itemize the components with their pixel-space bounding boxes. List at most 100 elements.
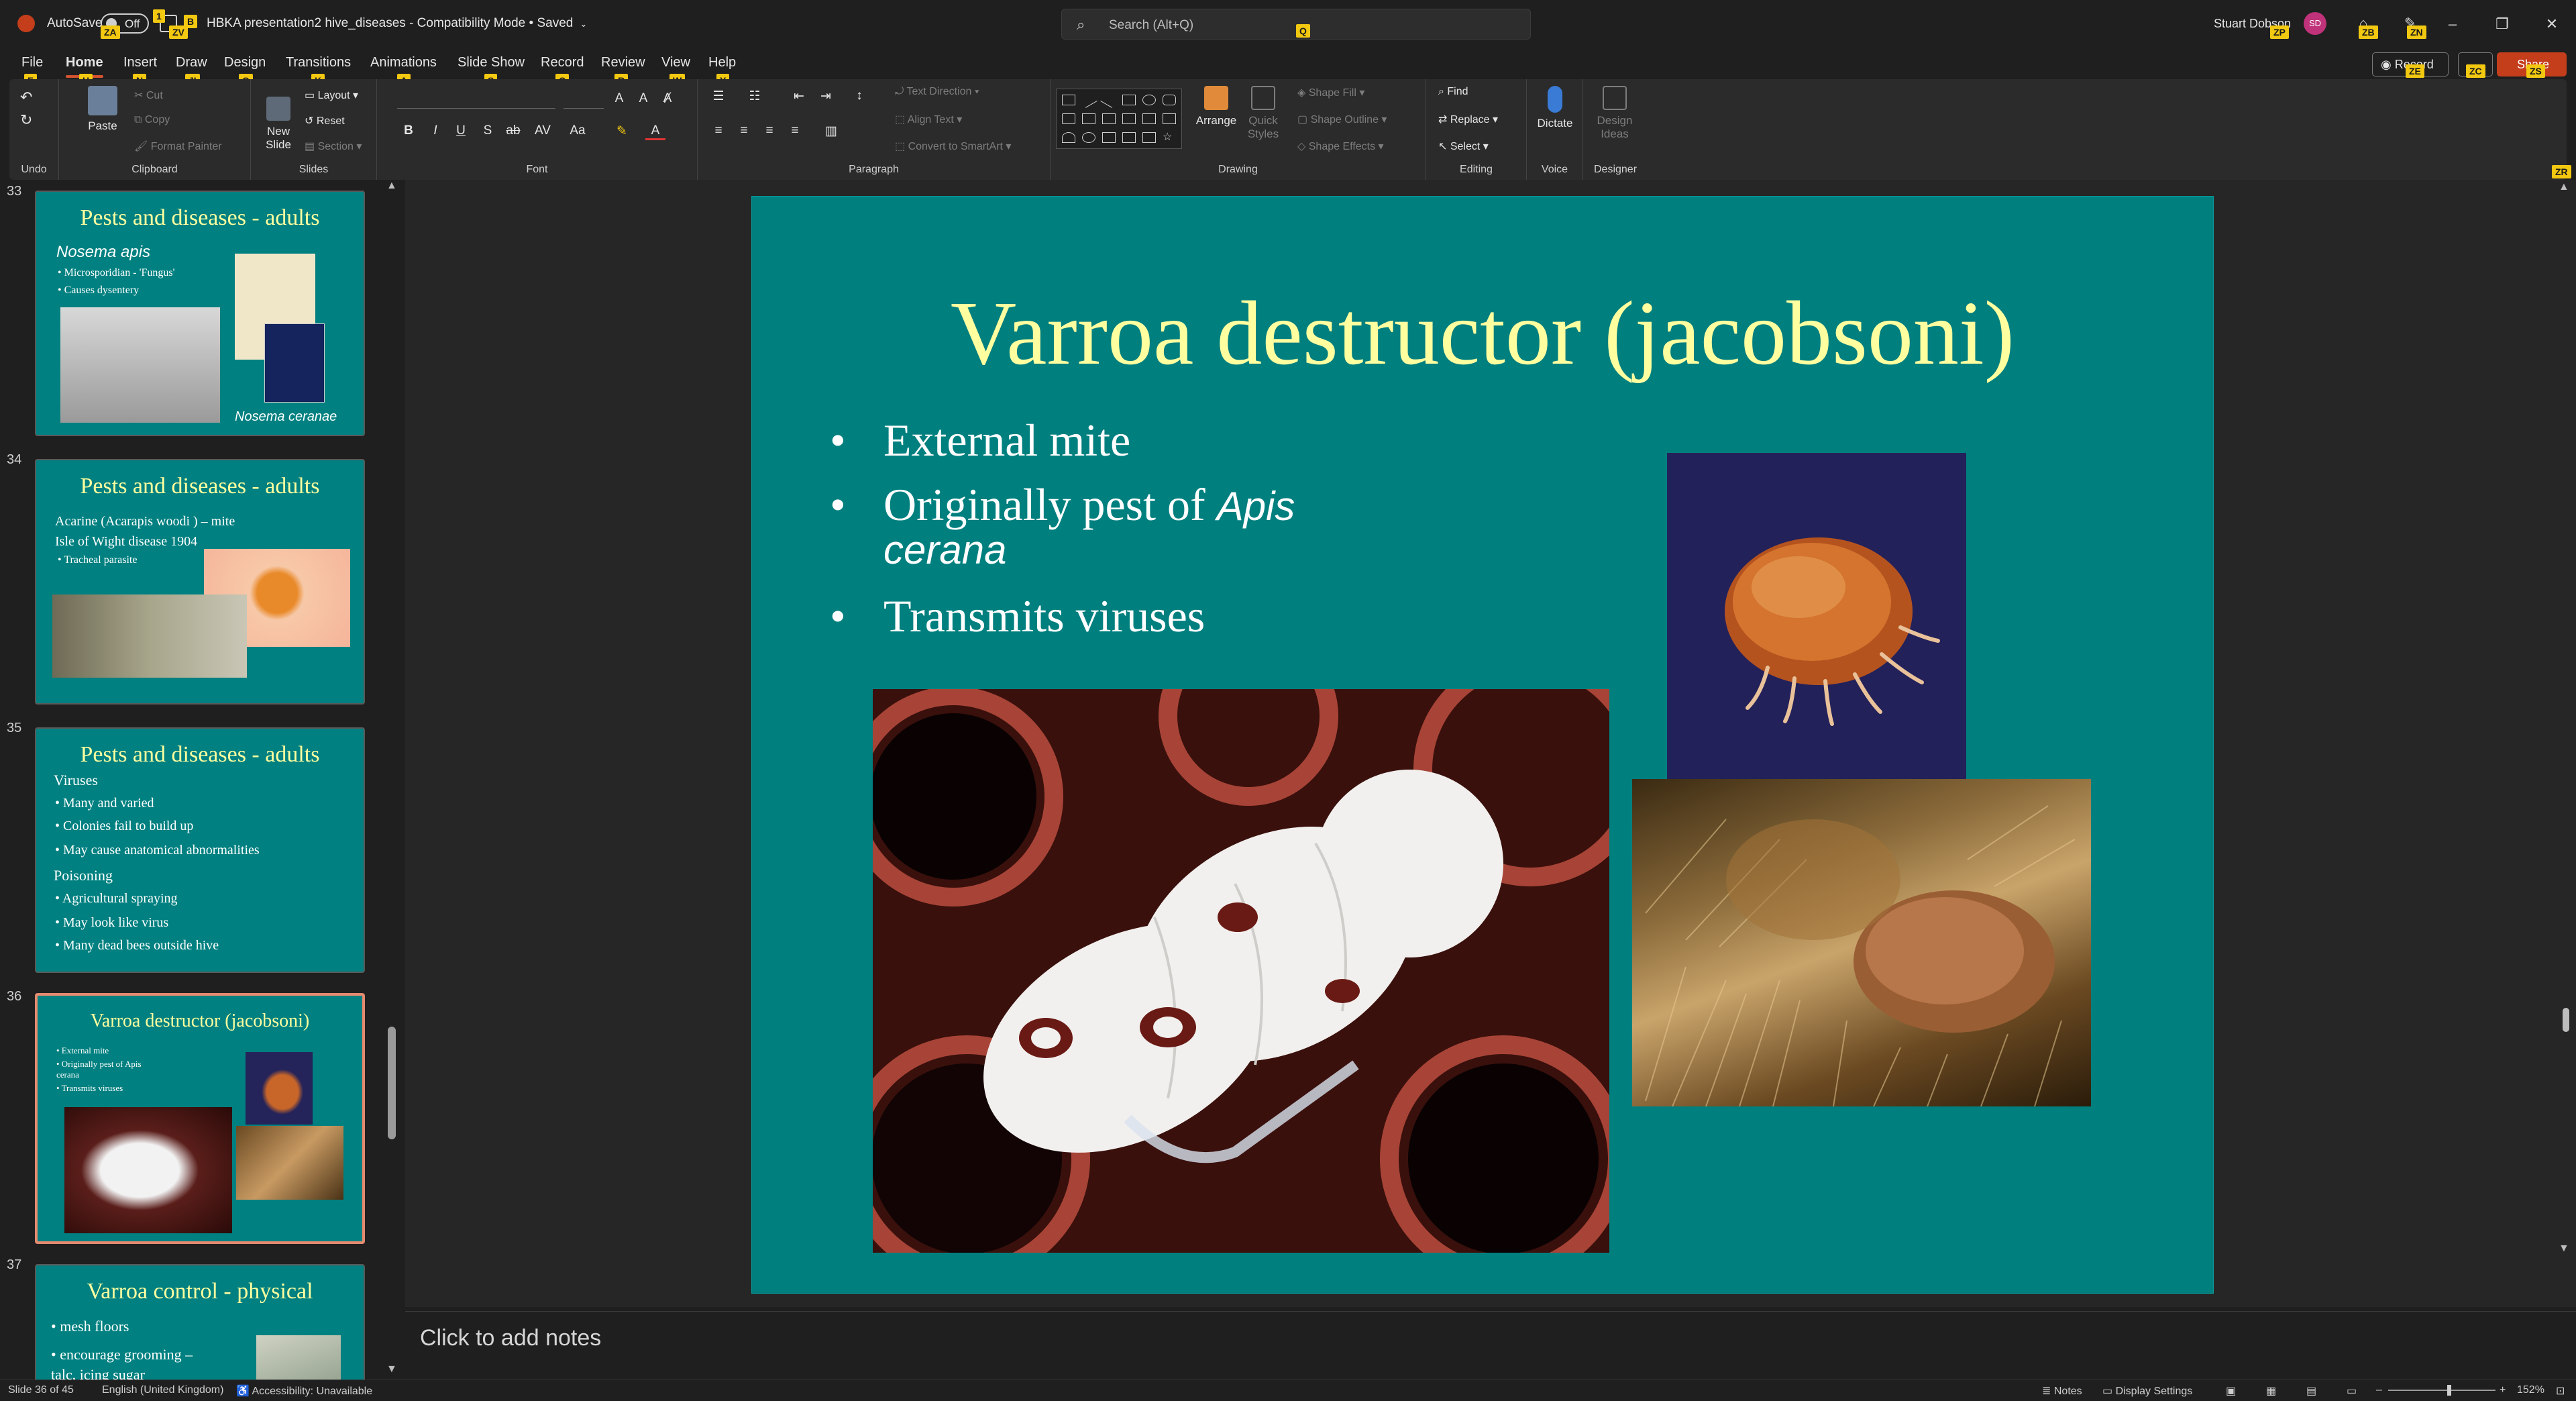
- slide-thumbnail-34[interactable]: Pests and diseases - adults Acarine (Aca…: [35, 459, 365, 705]
- select-button[interactable]: ↖ Select ▾: [1438, 140, 1489, 153]
- shape-rounded-rect-icon[interactable]: [1163, 95, 1176, 105]
- font-size-select[interactable]: [564, 89, 604, 109]
- minimize-icon[interactable]: –: [2439, 12, 2466, 36]
- zoom-in-icon[interactable]: +: [2500, 1384, 2506, 1396]
- notes-placeholder[interactable]: Click to add notes: [420, 1325, 601, 1351]
- tab-draw[interactable]: Draw: [176, 55, 207, 70]
- increase-font-icon[interactable]: A: [609, 91, 629, 106]
- slide-thumbnail-37[interactable]: Varroa control - physical • mesh floors …: [35, 1264, 365, 1381]
- notes-toggle[interactable]: ≣ Notes: [2042, 1384, 2082, 1398]
- align-left-icon[interactable]: ≡: [708, 123, 729, 138]
- quick-styles-button[interactable]: Quick Styles: [1240, 86, 1287, 141]
- accessibility-status[interactable]: ♿ Accessibility: Unavailable: [236, 1384, 372, 1398]
- tab-transitions[interactable]: Transitions: [286, 55, 351, 70]
- reading-view-icon[interactable]: ▤: [2306, 1384, 2316, 1398]
- restore-icon[interactable]: ❐: [2489, 12, 2516, 36]
- shadow-icon[interactable]: S: [478, 123, 498, 138]
- avatar[interactable]: SD: [2304, 12, 2326, 35]
- shape-textbox-icon[interactable]: [1062, 95, 1075, 105]
- highlight-icon[interactable]: ✎: [612, 123, 632, 139]
- varroa-on-bee-photo[interactable]: [1632, 779, 2091, 1106]
- new-slide-button[interactable]: New Slide: [255, 97, 302, 152]
- shape-effects-button[interactable]: ◇ Shape Effects ▾: [1297, 140, 1384, 153]
- align-center-icon[interactable]: ≡: [734, 123, 754, 138]
- shape-curve-icon[interactable]: [1062, 132, 1075, 143]
- scroll-down-icon[interactable]: ▼: [386, 1363, 397, 1376]
- redo-icon[interactable]: ↻: [20, 111, 32, 129]
- language-indicator[interactable]: English (United Kingdom): [102, 1384, 223, 1396]
- tab-help[interactable]: Help: [708, 55, 736, 70]
- design-ideas-button[interactable]: Design Ideas: [1591, 86, 1638, 141]
- tab-animations[interactable]: Animations: [370, 55, 437, 70]
- numbering-icon[interactable]: ☷: [745, 89, 765, 104]
- shape-star-icon[interactable]: ☆: [1163, 132, 1176, 143]
- increase-indent-icon[interactable]: ⇥: [816, 89, 836, 104]
- shape-rectangle-icon[interactable]: [1122, 95, 1136, 105]
- varroa-mite-photo[interactable]: [1667, 453, 1966, 779]
- shape-arrow-right-icon[interactable]: [1122, 113, 1136, 124]
- bold-icon[interactable]: B: [398, 123, 419, 138]
- shape-brace-left-icon[interactable]: [1122, 132, 1136, 143]
- slide-title[interactable]: Varroa destructor (jacobsoni): [752, 281, 2213, 386]
- zoom-level[interactable]: 152%: [2517, 1384, 2544, 1396]
- justify-icon[interactable]: ≡: [785, 123, 805, 138]
- scrollbar-thumb[interactable]: [388, 1027, 396, 1139]
- arrange-button[interactable]: Arrange: [1193, 86, 1240, 127]
- strikethrough-icon[interactable]: ab: [503, 123, 523, 138]
- shape-oval-icon[interactable]: [1142, 95, 1156, 105]
- tab-home[interactable]: Home: [66, 55, 103, 78]
- shape-elbow-icon[interactable]: [1082, 113, 1095, 124]
- format-painter-button[interactable]: 🖌 Format Painter: [134, 140, 222, 153]
- shape-connector-icon[interactable]: [1102, 113, 1116, 124]
- shape-callout-icon[interactable]: [1163, 113, 1176, 124]
- shape-arrow-down-icon[interactable]: [1142, 113, 1156, 124]
- tab-insert[interactable]: Insert: [123, 55, 157, 70]
- decrease-font-icon[interactable]: A: [633, 91, 653, 106]
- display-settings-button[interactable]: ▭ Display Settings: [2102, 1384, 2192, 1398]
- slide-thumbnail-33[interactable]: Pests and diseases - adults Nosema apis …: [35, 191, 365, 436]
- current-slide[interactable]: Varroa destructor (jacobsoni) • External…: [751, 196, 2214, 1294]
- fit-to-window-icon[interactable]: ⊡: [2556, 1384, 2565, 1398]
- replace-button[interactable]: ⇄ Replace ▾: [1438, 113, 1498, 126]
- editor-scroll-up-icon[interactable]: ▲: [2559, 181, 2569, 193]
- clear-formatting-icon[interactable]: Ⱥ: [657, 91, 678, 106]
- change-case-icon[interactable]: Aa: [568, 123, 588, 138]
- layout-button[interactable]: ▭ Layout ▾: [305, 89, 358, 102]
- shape-outline-button[interactable]: ▢ Shape Outline ▾: [1297, 113, 1387, 126]
- shape-diagonal-icon[interactable]: [1100, 92, 1118, 108]
- shape-arc-icon[interactable]: [1082, 132, 1095, 143]
- zoom-slider-knob[interactable]: [2447, 1385, 2451, 1396]
- font-color-icon[interactable]: A: [645, 123, 665, 140]
- underline-icon[interactable]: U: [451, 123, 471, 138]
- shape-line-icon[interactable]: [1080, 92, 1097, 108]
- editor-scrollbar-thumb[interactable]: [2563, 1008, 2569, 1032]
- cut-button[interactable]: ✂ Cut: [134, 89, 163, 102]
- find-button[interactable]: ⌕ Find: [1438, 86, 1468, 98]
- align-text-button[interactable]: ⬚ Align Text ▾: [895, 113, 962, 126]
- zoom-slider[interactable]: [2388, 1390, 2496, 1391]
- shape-fill-button[interactable]: ◈ Shape Fill ▾: [1297, 86, 1364, 99]
- decrease-indent-icon[interactable]: ⇤: [789, 89, 809, 104]
- slideshow-icon[interactable]: ▭: [2347, 1384, 2357, 1398]
- tab-design[interactable]: Design: [224, 55, 266, 70]
- align-right-icon[interactable]: ≡: [759, 123, 780, 138]
- thumbnail-scrollbar[interactable]: [385, 181, 398, 1376]
- text-direction-button[interactable]: ⤾ Text Direction ▾: [895, 86, 979, 98]
- shape-brace-right-icon[interactable]: [1142, 132, 1156, 143]
- section-button[interactable]: ▤ Section ▾: [305, 140, 362, 153]
- copy-button[interactable]: ⧉ Copy: [134, 114, 170, 126]
- tab-slide-show[interactable]: Slide Show: [458, 55, 525, 70]
- tab-review[interactable]: Review: [601, 55, 645, 70]
- close-icon[interactable]: ✕: [2538, 12, 2565, 36]
- italic-icon[interactable]: I: [425, 123, 445, 138]
- notes-pane[interactable]: Click to add notes: [405, 1311, 2576, 1380]
- line-spacing-icon[interactable]: ↕: [849, 89, 869, 103]
- zoom-out-icon[interactable]: –: [2376, 1384, 2382, 1396]
- slide-thumbnail-35[interactable]: Pests and diseases - adults Viruses • Ma…: [35, 727, 365, 973]
- shape-bracket-icon[interactable]: [1102, 132, 1116, 143]
- tab-file[interactable]: File: [21, 55, 43, 70]
- reset-button[interactable]: ↺ Reset: [305, 114, 345, 127]
- columns-icon[interactable]: ▥: [821, 123, 841, 139]
- scroll-up-icon[interactable]: ▲: [386, 180, 397, 192]
- slide-sorter-icon[interactable]: ▦: [2266, 1384, 2276, 1398]
